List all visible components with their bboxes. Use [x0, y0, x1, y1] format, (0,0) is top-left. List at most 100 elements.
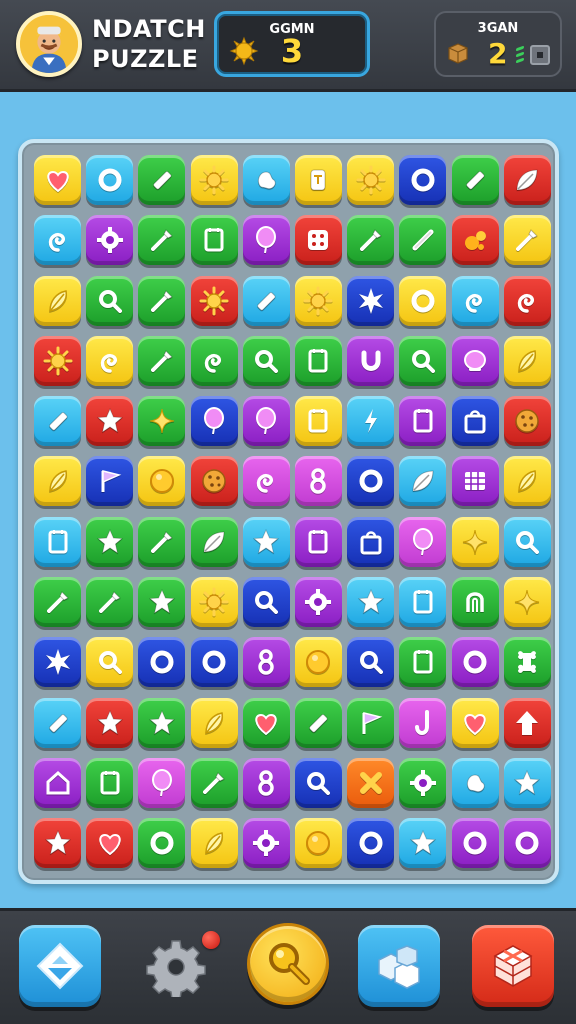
- tile-r2-c8[interactable]: [399, 215, 447, 266]
- tile-r6-c7[interactable]: [347, 456, 395, 507]
- tile-r2-c10[interactable]: [503, 215, 551, 266]
- tile-r5-c2[interactable]: [86, 396, 134, 447]
- tile-r1-c6[interactable]: [294, 155, 342, 205]
- diamond-button[interactable]: [19, 925, 101, 1007]
- tile-r7-c1[interactable]: [34, 516, 81, 567]
- tile-r4-c9[interactable]: [451, 335, 499, 386]
- tile-r1-c1[interactable]: [34, 155, 81, 205]
- tile-r2-c4[interactable]: [190, 215, 238, 266]
- tile-r11-c3[interactable]: [138, 757, 186, 808]
- tile-r4-c6[interactable]: [294, 335, 342, 386]
- tile-r1-c7[interactable]: [347, 155, 395, 205]
- tile-r5-c10[interactable]: [503, 396, 551, 447]
- tile-r5-c1[interactable]: [34, 396, 81, 447]
- tile-r2-c9[interactable]: [451, 215, 499, 266]
- tile-r4-c8[interactable]: [399, 335, 447, 386]
- tile-r1-c9[interactable]: [451, 155, 499, 205]
- tile-r1-c4[interactable]: [190, 155, 238, 205]
- tile-r2-c1[interactable]: [34, 215, 81, 266]
- tile-r12-c6[interactable]: [294, 818, 342, 869]
- tile-r4-c1[interactable]: [34, 335, 81, 386]
- tile-r6-c10[interactable]: [503, 456, 551, 507]
- tile-r8-c4[interactable]: [190, 577, 238, 628]
- tile-r10-c4[interactable]: [190, 697, 238, 748]
- tile-r9-c4[interactable]: [190, 637, 238, 688]
- tile-r7-c8[interactable]: [399, 516, 447, 567]
- tile-r4-c4[interactable]: [190, 335, 238, 386]
- tile-r12-c5[interactable]: [242, 818, 290, 869]
- tile-r5-c5[interactable]: [242, 396, 290, 447]
- tile-r9-c7[interactable]: [347, 637, 395, 688]
- tile-r8-c2[interactable]: [86, 577, 134, 628]
- tile-r10-c6[interactable]: [294, 697, 342, 748]
- boxes-button[interactable]: [358, 925, 440, 1007]
- tile-r11-c8[interactable]: [399, 757, 447, 808]
- tile-r8-c6[interactable]: [294, 577, 342, 628]
- tile-r12-c1[interactable]: [34, 818, 81, 869]
- tile-r12-c9[interactable]: [451, 818, 499, 869]
- tile-r7-c5[interactable]: [242, 516, 290, 567]
- tile-r3-c2[interactable]: [86, 275, 134, 326]
- tile-r4-c10[interactable]: [503, 335, 551, 386]
- tile-r6-c4[interactable]: [190, 456, 238, 507]
- tile-r5-c3[interactable]: [138, 396, 186, 447]
- tile-r6-c3[interactable]: [138, 456, 186, 507]
- tile-r1-c2[interactable]: [86, 155, 134, 205]
- tile-r8-c10[interactable]: [503, 577, 551, 628]
- shuffle-button[interactable]: [472, 925, 554, 1007]
- tile-r1-c10[interactable]: [503, 155, 551, 205]
- tile-r10-c3[interactable]: [138, 697, 186, 748]
- tile-r4-c3[interactable]: [138, 335, 186, 386]
- avatar[interactable]: [16, 11, 82, 77]
- tile-r12-c10[interactable]: [503, 818, 551, 869]
- tile-r7-c6[interactable]: [294, 516, 342, 567]
- tile-r5-c9[interactable]: [451, 396, 499, 447]
- tile-r3-c4[interactable]: [190, 275, 238, 326]
- tile-r3-c3[interactable]: [138, 275, 186, 326]
- tile-r12-c7[interactable]: [347, 818, 395, 869]
- tile-r3-c6[interactable]: [294, 275, 342, 326]
- tile-r8-c5[interactable]: [242, 577, 290, 628]
- settings-button[interactable]: [146, 937, 206, 1000]
- tile-r9-c2[interactable]: [86, 637, 134, 688]
- stop-button[interactable]: [530, 45, 550, 65]
- tile-r6-c6[interactable]: [294, 456, 342, 507]
- tile-r6-c9[interactable]: [451, 456, 499, 507]
- tile-r10-c5[interactable]: [242, 697, 290, 748]
- tile-r9-c1[interactable]: [34, 637, 81, 688]
- tile-r7-c9[interactable]: [451, 516, 499, 567]
- tile-r10-c10[interactable]: [503, 697, 551, 748]
- tile-r7-c3[interactable]: [138, 516, 186, 567]
- tile-r12-c3[interactable]: [138, 818, 186, 869]
- tile-r3-c9[interactable]: [451, 275, 499, 326]
- tile-r7-c4[interactable]: [190, 516, 238, 567]
- tile-r5-c6[interactable]: [294, 396, 342, 447]
- tile-r1-c8[interactable]: [399, 155, 447, 205]
- hint-button[interactable]: [247, 923, 329, 1005]
- tile-r4-c2[interactable]: [86, 335, 134, 386]
- tile-r12-c2[interactable]: [86, 818, 134, 869]
- tile-r11-c9[interactable]: [451, 757, 499, 808]
- tile-r9-c10[interactable]: [503, 637, 551, 688]
- tile-r2-c3[interactable]: [138, 215, 186, 266]
- tile-r6-c1[interactable]: [34, 456, 81, 507]
- tile-r1-c5[interactable]: [242, 155, 290, 205]
- tile-r6-c2[interactable]: [86, 456, 134, 507]
- tile-r9-c6[interactable]: [294, 637, 342, 688]
- tile-r11-c6[interactable]: [294, 757, 342, 808]
- tile-r4-c5[interactable]: [242, 335, 290, 386]
- tile-r7-c2[interactable]: [86, 516, 134, 567]
- tile-r2-c5[interactable]: [242, 215, 290, 266]
- tile-r11-c4[interactable]: [190, 757, 238, 808]
- tile-r2-c6[interactable]: [294, 215, 342, 266]
- tile-r8-c1[interactable]: [34, 577, 81, 628]
- tile-r8-c7[interactable]: [347, 577, 395, 628]
- tile-r11-c10[interactable]: [503, 757, 551, 808]
- tile-r12-c8[interactable]: [399, 818, 447, 869]
- tile-r3-c5[interactable]: [242, 275, 290, 326]
- tile-r9-c5[interactable]: [242, 637, 290, 688]
- tile-r11-c7[interactable]: [347, 757, 395, 808]
- tile-r10-c8[interactable]: [399, 697, 447, 748]
- tile-r8-c8[interactable]: [399, 577, 447, 628]
- tile-r10-c7[interactable]: [347, 697, 395, 748]
